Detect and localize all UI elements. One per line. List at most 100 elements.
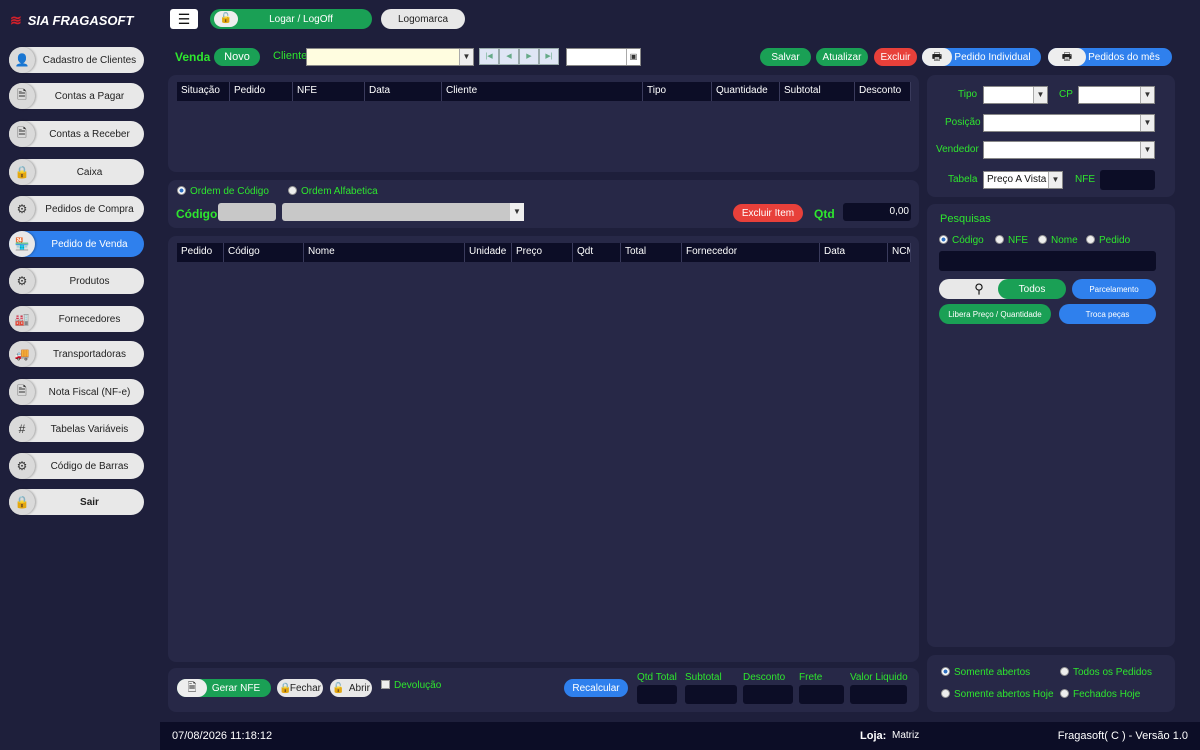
atualizar-button[interactable]: Atualizar: [816, 48, 868, 66]
cliente-select[interactable]: ▼: [306, 48, 474, 66]
pedidos-mes-button[interactable]: 🖶 Pedidos do mês: [1048, 48, 1172, 66]
novo-button[interactable]: Novo: [214, 48, 260, 66]
sidebar-item[interactable]: 🚚 Transportadoras: [9, 341, 144, 367]
datetime: 07/08/2026 11:18:12: [172, 730, 273, 742]
codigo-label: Código: [176, 207, 218, 221]
qtd-input[interactable]: 0,00: [843, 203, 911, 221]
column-header[interactable]: Total: [621, 243, 682, 262]
tabela-label: Tabela: [948, 174, 978, 185]
column-header[interactable]: Unidade: [465, 243, 512, 262]
frete-label: Frete: [799, 672, 823, 683]
tipo-select[interactable]: ▼: [983, 86, 1048, 104]
todos-pedidos-radio[interactable]: Todos os Pedidos: [1060, 667, 1152, 678]
sidebar-item[interactable]: 🏭 Fornecedores: [9, 306, 144, 332]
first-record-button[interactable]: |◀: [479, 48, 499, 65]
column-header[interactable]: Tipo: [643, 82, 712, 101]
recalcular-button[interactable]: Recalcular: [564, 679, 628, 697]
somente-abertos-radio[interactable]: Somente abertos: [941, 667, 1030, 678]
brand-logo: ≋ SIA FRAGASOFT: [10, 12, 133, 29]
search-nfe-radio[interactable]: NFE: [995, 235, 1028, 246]
footer-bar: 🗎 Gerar NFE 🔒 Fechar 🔓 Abrir Devolução R…: [168, 668, 919, 712]
next-record-button[interactable]: ▶: [519, 48, 539, 65]
todos-button[interactable]: Todos: [998, 279, 1066, 299]
column-header[interactable]: NCM: [888, 243, 911, 262]
frete-field[interactable]: [799, 685, 844, 704]
parcelamento-button[interactable]: Parcelamento: [1072, 279, 1156, 299]
salvar-button[interactable]: Salvar: [760, 48, 811, 66]
libera-button[interactable]: Libera Preço / Quantidade: [939, 304, 1051, 324]
search-codigo-radio[interactable]: Código: [939, 235, 984, 246]
fechar-button[interactable]: 🔒 Fechar: [277, 679, 323, 697]
sidebar-item-label: Transportadoras: [53, 348, 126, 360]
hash-icon: #: [9, 416, 35, 442]
cp-select[interactable]: ▼: [1078, 86, 1155, 104]
sidebar-item[interactable]: 🗎 Nota Fiscal (NF-e): [9, 379, 144, 405]
column-header[interactable]: Data: [820, 243, 888, 262]
desconto-field[interactable]: [743, 685, 793, 704]
login-button[interactable]: 🔓 Logar / LogOff: [210, 9, 372, 29]
sidebar-item[interactable]: ⚙ Código de Barras: [9, 453, 144, 479]
pedido-individual-button[interactable]: 🖶 Pedido Individual: [922, 48, 1041, 66]
excluir-item-button[interactable]: Excluir Item: [733, 204, 803, 222]
column-header[interactable]: Subtotal: [780, 82, 855, 101]
column-header[interactable]: Cliente: [442, 82, 643, 101]
codigo-input[interactable]: [218, 203, 276, 221]
abrir-button[interactable]: 🔓 Abrir: [330, 679, 372, 697]
column-header[interactable]: Quantidade: [712, 82, 780, 101]
excluir-button[interactable]: Excluir: [874, 48, 917, 66]
column-header[interactable]: Qdt: [573, 243, 621, 262]
column-header[interactable]: Situação: [177, 82, 230, 101]
sidebar-item-label: Contas a Receber: [49, 128, 130, 140]
column-header[interactable]: Pedido: [230, 82, 293, 101]
sidebar-item[interactable]: 🗎 Contas a Receber: [9, 121, 144, 147]
items-panel: Pedido Código Nome Unidade Preço Qdt Total Forn…: [168, 236, 919, 662]
nfe-input[interactable]: [1100, 170, 1155, 190]
ordem-alfabetica-radio[interactable]: Ordem Alfabetica: [288, 186, 378, 197]
valor-liquido-label: Valor Liquido: [850, 672, 908, 683]
last-record-button[interactable]: ▶|: [539, 48, 559, 65]
sidebar-item[interactable]: # Tabelas Variáveis: [9, 416, 144, 442]
column-header[interactable]: Preço: [512, 243, 573, 262]
gerar-nfe-button[interactable]: 🗎 Gerar NFE: [177, 679, 271, 697]
column-header[interactable]: Código: [224, 243, 304, 262]
logomarca-button[interactable]: Logomarca: [381, 9, 465, 29]
sidebar-item-label: Cadastro de Clientes: [42, 54, 137, 66]
ordem-codigo-radio[interactable]: Ordem de Código: [177, 186, 269, 197]
produto-select[interactable]: ▼: [282, 203, 524, 221]
loja-value: Matriz: [892, 730, 920, 741]
sidebar-item[interactable]: 🗎 Contas a Pagar: [9, 83, 144, 109]
column-header[interactable]: Pedido: [177, 243, 224, 262]
search-input[interactable]: [939, 251, 1156, 271]
record-navigator: |◀ ◀ ▶ ▶|: [479, 48, 559, 65]
posicao-select[interactable]: ▼: [983, 114, 1155, 132]
somente-abertos-hoje-radio[interactable]: Somente abertos Hoje: [941, 689, 1054, 700]
sidebar-item[interactable]: 👤 Cadastro de Clientes: [9, 47, 144, 73]
search-nome-radio[interactable]: Nome: [1038, 235, 1078, 246]
search-pedido-radio[interactable]: Pedido: [1086, 235, 1130, 246]
sidebar-item[interactable]: ⚙ Produtos: [9, 268, 144, 294]
vendedor-select[interactable]: ▼: [983, 141, 1155, 159]
date-picker[interactable]: ▣: [566, 48, 641, 66]
orders-panel: Situação Pedido NFE Data Cliente Tipo Quantida…: [168, 75, 919, 172]
troca-pecas-button[interactable]: Troca peças: [1059, 304, 1156, 324]
item-entry-panel: Ordem de Código Ordem Alfabetica Código …: [168, 180, 919, 228]
column-header[interactable]: NFE: [293, 82, 365, 101]
tabela-select[interactable]: Preço A Vista ▼: [983, 171, 1063, 189]
sidebar-item[interactable]: 🏪 Pedido de Venda: [9, 231, 144, 257]
sidebar-item-label: Fornecedores: [58, 313, 121, 325]
sidebar-item[interactable]: 🔒 Sair: [9, 489, 144, 515]
factory-icon: 🏭: [9, 306, 35, 332]
column-header[interactable]: Data: [365, 82, 442, 101]
sidebar-item[interactable]: ⚙ Pedidos de Compra: [9, 196, 144, 222]
column-header[interactable]: Fornecedor: [682, 243, 820, 262]
sidebar-item[interactable]: 🔒 Caixa: [9, 159, 144, 185]
tipo-label: Tipo: [958, 89, 978, 100]
column-header[interactable]: Nome: [304, 243, 465, 262]
prev-record-button[interactable]: ◀: [499, 48, 519, 65]
menu-button[interactable]: ☰: [170, 9, 198, 29]
column-header[interactable]: Desconto: [855, 82, 911, 101]
version: Fragasoft( C ) - Versão 1.0: [1057, 730, 1188, 742]
sidebar-item-label: Contas a Pagar: [54, 90, 125, 102]
fechados-hoje-radio[interactable]: Fechados Hoje: [1060, 689, 1140, 700]
devolucao-checkbox[interactable]: Devolução: [381, 680, 441, 691]
